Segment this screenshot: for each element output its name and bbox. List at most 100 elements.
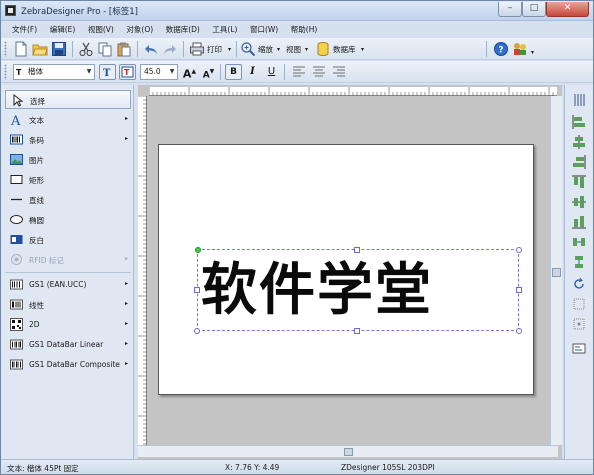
toolbar-gripper[interactable]	[4, 41, 7, 57]
font-size-select[interactable]: 45.0 ▼	[140, 64, 178, 80]
italic-button[interactable]: I	[244, 64, 261, 80]
toolbox-panel: 选择 A 文本 ▸ 条码 ▸ 图片 矩形 直线 椭圆 反白 RFID 标记 ▸ …	[1, 85, 134, 459]
tool-text[interactable]: A 文本 ▸	[5, 110, 131, 129]
new-document-icon[interactable]	[13, 41, 29, 57]
tool-gs1-databar-composite[interactable]: GS1 DataBar Composite ▸	[5, 355, 131, 374]
font-name-value: 楷体	[28, 67, 43, 76]
paste-icon[interactable]	[116, 41, 132, 57]
font-name-select[interactable]: T 楷体 ▼	[13, 64, 95, 80]
align-center-icon[interactable]	[311, 64, 327, 80]
group-icon[interactable]	[572, 317, 586, 331]
align-left-icon[interactable]	[291, 64, 307, 80]
menu-object[interactable]: 对象(O)	[121, 23, 158, 36]
scroll-thumb-vertical[interactable]	[552, 268, 561, 277]
underline-button[interactable]: U	[263, 64, 280, 80]
database-icon[interactable]	[315, 41, 331, 57]
chevron-down-icon: ▼	[169, 68, 175, 75]
users-icon[interactable]	[512, 41, 528, 57]
resize-handle-bottom[interactable]	[354, 328, 360, 334]
align-vertical-center-icon[interactable]	[572, 195, 586, 209]
redo-icon[interactable]	[162, 41, 178, 57]
database-button[interactable]: 数据库	[333, 44, 356, 55]
resize-handle-right[interactable]	[516, 287, 522, 293]
print-dropdown-icon[interactable]: ▾	[228, 46, 231, 53]
toolbar-gripper[interactable]	[4, 64, 7, 80]
help-icon[interactable]: ?	[493, 41, 509, 57]
tool-gs1-databar-linear[interactable]: GS1 DataBar Linear ▸	[5, 335, 131, 354]
toolbar-separator	[220, 64, 221, 80]
gs1-databar-icon	[10, 339, 23, 350]
copy-icon[interactable]	[97, 41, 113, 57]
align-bottom-edges-icon[interactable]	[572, 215, 586, 229]
horizontal-scrollbar[interactable]	[138, 445, 558, 457]
font-mode-toggle[interactable]: T	[99, 64, 116, 80]
toolbar-separator	[183, 41, 184, 57]
view-button[interactable]: 视图	[286, 44, 301, 55]
menu-edit[interactable]: 编辑(E)	[45, 23, 81, 36]
tool-line[interactable]: 直线	[5, 190, 131, 209]
tool-ellipse[interactable]: 椭圆	[5, 210, 131, 229]
tool-inverse[interactable]: 反白	[5, 230, 131, 249]
resize-handle-top-right[interactable]	[516, 247, 522, 253]
save-icon[interactable]	[51, 41, 67, 57]
zoom-dropdown-icon[interactable]: ▾	[277, 46, 280, 53]
print-button[interactable]: 打印	[207, 44, 222, 55]
undo-icon[interactable]	[143, 41, 159, 57]
align-right-icon[interactable]	[331, 64, 347, 80]
tool-barcode[interactable]: 条码 ▸	[5, 130, 131, 149]
truetype-font-icon: T	[16, 68, 22, 77]
space-vertical-icon[interactable]	[572, 255, 586, 269]
menu-database[interactable]: 数据库(D)	[161, 23, 205, 36]
toolbar-separator	[236, 41, 237, 57]
menu-file[interactable]: 文件(F)	[7, 23, 42, 36]
rotate-icon[interactable]	[572, 277, 586, 291]
tool-picture[interactable]: 图片	[5, 150, 131, 169]
tool-2d-label: 2D	[29, 320, 40, 329]
zoom-button[interactable]: 缩放	[258, 44, 273, 55]
printer-icon[interactable]	[189, 41, 205, 57]
menu-help[interactable]: 帮助(H)	[286, 23, 323, 36]
object-properties-icon[interactable]	[572, 341, 586, 355]
maximize-button[interactable]: □	[522, 2, 546, 17]
align-horizontal-center-icon[interactable]	[572, 135, 586, 149]
ellipse-icon	[10, 215, 23, 224]
shrink-font-button[interactable]: A▼	[200, 64, 217, 80]
tool-select[interactable]: 选择	[5, 90, 131, 109]
snap-grid-icon[interactable]	[572, 297, 586, 311]
tool-linear[interactable]: 线性 ▸	[5, 295, 131, 314]
vertical-scrollbar[interactable]	[550, 96, 562, 445]
toolbar-separator	[486, 41, 487, 57]
open-folder-icon[interactable]	[32, 41, 48, 57]
picture-icon	[10, 154, 23, 165]
tool-rfid[interactable]: RFID 标记 ▸	[5, 250, 131, 269]
scroll-thumb-horizontal[interactable]	[344, 448, 353, 456]
toolbar-overflow-icon[interactable]: ▾	[531, 49, 534, 56]
printer-font-toggle[interactable]: T	[119, 64, 136, 80]
grow-font-button[interactable]: A▲	[181, 64, 198, 80]
chevron-right-icon: ▸	[124, 280, 128, 287]
app-window: ZebraDesigner Pro - [标签1] – □ ✕ 文件(F) 编辑…	[0, 0, 594, 475]
menu-window[interactable]: 窗口(W)	[245, 23, 283, 36]
menu-tools[interactable]: 工具(L)	[207, 23, 242, 36]
minimize-button[interactable]: –	[498, 2, 522, 17]
align-left-edges-icon[interactable]	[572, 115, 586, 129]
tool-2d[interactable]: 2D ▸	[5, 315, 131, 334]
database-dropdown-icon[interactable]: ▾	[361, 46, 364, 53]
anchor-handle[interactable]	[195, 247, 201, 253]
close-button[interactable]: ✕	[546, 2, 589, 17]
space-horizontal-icon[interactable]	[572, 235, 586, 249]
resize-handle-bottom-left[interactable]	[194, 328, 200, 334]
align-top-edges-icon[interactable]	[572, 175, 586, 189]
toolbar-gripper-icon[interactable]	[572, 93, 586, 107]
menu-view[interactable]: 视图(V)	[83, 23, 119, 36]
resize-handle-bottom-right[interactable]	[516, 328, 522, 334]
zoom-icon[interactable]	[240, 41, 256, 57]
tool-rectangle[interactable]: 矩形	[5, 170, 131, 189]
align-right-edges-icon[interactable]	[572, 155, 586, 169]
view-dropdown-icon[interactable]: ▾	[305, 46, 308, 53]
resize-handle-left[interactable]	[194, 287, 200, 293]
tool-gs1-ean[interactable]: GS1 (EAN.UCC) ▸	[5, 275, 131, 294]
bold-button[interactable]: B	[225, 64, 242, 80]
cut-icon[interactable]	[78, 41, 94, 57]
resize-handle-top[interactable]	[354, 247, 360, 253]
